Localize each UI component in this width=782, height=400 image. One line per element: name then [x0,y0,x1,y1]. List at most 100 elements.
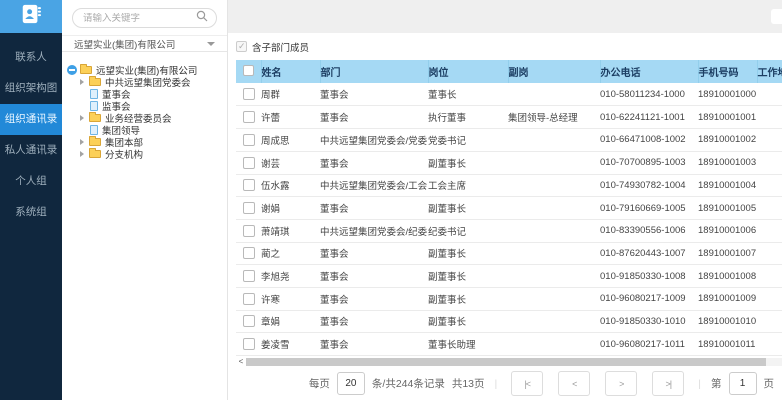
cell-work-location [757,333,782,356]
next-page-button[interactable]: > [605,371,637,396]
members-table: 姓名部门岗位副岗办公电话手机号码工作地 周群董事会董事长010-58011234… [236,60,782,356]
cell-mobile: 18910001008 [698,265,757,288]
sidebar-nav: 联系人组织架构图组织通讯录私人通讯录个人组系统组 [0,33,62,228]
cell-position: 董事长 [428,83,508,106]
cell-dept: 董事会 [320,333,428,356]
cell-name: 周成思 [261,129,320,152]
expand-arrow-icon[interactable] [80,151,84,157]
expand-arrow-icon[interactable] [80,79,84,85]
table-row[interactable]: 许寒董事会副董事长010-96080217-100918910001009 [236,287,782,310]
first-page-button[interactable]: |< [511,371,543,396]
table-row[interactable]: 章娟董事会副董事长010-91850330-101018910001010 [236,310,782,333]
prev-page-button[interactable]: < [558,371,590,396]
cell-office-phone: 010-96080217-1011 [600,333,698,356]
table-row[interactable]: 周群董事会董事长010-58011234-100018910001000 [236,83,782,106]
table-row[interactable]: 许蕾董事会执行董事集团领导-总经理010-62241121-1001189100… [236,106,782,129]
horizontal-scrollbar[interactable]: < [236,357,782,367]
table-row[interactable]: 姜凌雪董事会董事长助理010-96080217-101118910001011 [236,333,782,356]
cell-sub-position [508,197,600,220]
cell-mobile: 18910001011 [698,333,757,356]
cell-mobile: 18910001004 [698,174,757,197]
cell-office-phone: 010-83390556-1006 [600,219,698,242]
row-checkbox[interactable] [243,225,255,237]
cell-sub-position [508,83,600,106]
main-content: 含子部门成员 姓名部门岗位副岗办公电话手机号码工作地 周群董事会董事长010-5… [228,0,782,400]
cell-work-location [757,106,782,129]
folder-icon [89,138,101,146]
sidebar-item-system-group[interactable]: 系统组 [0,197,62,228]
org-tree: 远望实业(集团)有限公司 中共远望集团党委会董事会监事会业务经营委员会集团领导集… [62,52,227,160]
row-checkbox[interactable] [243,134,255,146]
row-checkbox[interactable] [243,88,255,100]
cell-position: 副董事长 [428,265,508,288]
row-checkbox[interactable] [243,247,255,259]
cell-name: 许蕾 [261,106,320,129]
column-header[interactable]: 办公电话 [600,60,698,83]
sidebar-item-private-contacts[interactable]: 私人通讯录 [0,135,62,166]
cell-mobile: 18910001010 [698,310,757,333]
expand-arrow-icon[interactable] [80,115,84,121]
row-checkbox[interactable] [243,338,255,350]
row-checkbox[interactable] [243,293,255,305]
row-checkbox[interactable] [243,157,255,169]
collapse-icon[interactable] [67,65,77,75]
tree-item[interactable]: 分支机构 [80,148,223,160]
column-header[interactable]: 副岗 [508,60,600,83]
table-row[interactable]: 蔺之董事会副董事长010-87620443-100718910001007 [236,242,782,265]
cell-dept: 董事会 [320,242,428,265]
cell-name: 李旭尧 [261,265,320,288]
column-header[interactable]: 部门 [320,60,428,83]
scroll-left-icon[interactable]: < [236,357,246,367]
column-header[interactable]: 手机号码 [698,60,757,83]
cell-mobile: 18910001005 [698,197,757,220]
sidebar-item-contacts[interactable]: 联系人 [0,42,62,73]
cell-name: 许寒 [261,287,320,310]
row-checkbox[interactable] [243,202,255,214]
last-page-button[interactable]: >| [652,371,684,396]
column-header[interactable]: 姓名 [261,60,320,83]
table-row[interactable]: 李旭尧董事会副董事长010-91850330-100818910001008 [236,265,782,288]
cell-mobile: 18910001009 [698,287,757,310]
search-box[interactable] [72,8,217,28]
table-row[interactable]: 周成思中共远望集团党委会/党委...党委书记010-66471008-10021… [236,129,782,152]
cell-position: 执行董事 [428,106,508,129]
cell-mobile: 18910001001 [698,106,757,129]
table-row[interactable]: 伍水露中共远望集团党委会/工会...工会主席010-74930782-10041… [236,174,782,197]
select-all-checkbox[interactable] [243,65,254,76]
file-icon [90,101,98,111]
expand-arrow-icon[interactable] [80,139,84,145]
search-input[interactable] [83,13,191,24]
app-logo[interactable] [0,0,62,33]
cell-dept: 中共远望集团党委会/工会... [320,174,428,197]
tree-item[interactable]: 集团本部 [80,136,223,148]
row-checkbox[interactable] [243,179,255,191]
column-header[interactable]: 岗位 [428,60,508,83]
sidebar-item-org-contacts[interactable]: 组织通讯录 [0,104,62,135]
table-row[interactable]: 萧靖琪中共远望集团党委会/纪委...纪委书记010-83390556-10061… [236,219,782,242]
page-suffix-label: 页 [764,376,775,391]
row-checkbox[interactable] [243,111,255,123]
page-number-input[interactable] [729,372,757,395]
sidebar-item-personal-group[interactable]: 个人组 [0,166,62,197]
company-selector[interactable]: 远望实业(集团)有限公司 [62,35,227,52]
scrollbar-thumb[interactable] [246,358,766,366]
cell-work-location [757,242,782,265]
topbar-partial-button[interactable] [771,9,782,24]
scrollbar-track[interactable] [246,358,782,366]
cell-name: 萧靖琪 [261,219,320,242]
sidebar-item-org-chart[interactable]: 组织架构图 [0,73,62,104]
row-checkbox[interactable] [243,270,255,282]
per-page-input[interactable] [337,372,365,395]
cell-position: 副董事长 [428,310,508,333]
cell-office-phone: 010-58011234-1000 [600,83,698,106]
cell-name: 章娟 [261,310,320,333]
include-sub-departments-checkbox[interactable] [236,41,247,52]
pagination-bar: 每页 条/共244条记录 共13页 | |< < > >| | 第 页 [236,367,782,400]
row-checkbox[interactable] [243,315,255,327]
table-row[interactable]: 谢娟董事会副董事长010-79160669-100518910001005 [236,197,782,220]
table-row[interactable]: 谢芸董事会副董事长010-70700895-100318910001003 [236,151,782,174]
search-icon[interactable] [196,9,208,27]
tree-item[interactable]: 集团领导 [80,124,223,136]
column-header[interactable]: 工作地 [757,60,782,83]
cell-sub-position [508,310,600,333]
